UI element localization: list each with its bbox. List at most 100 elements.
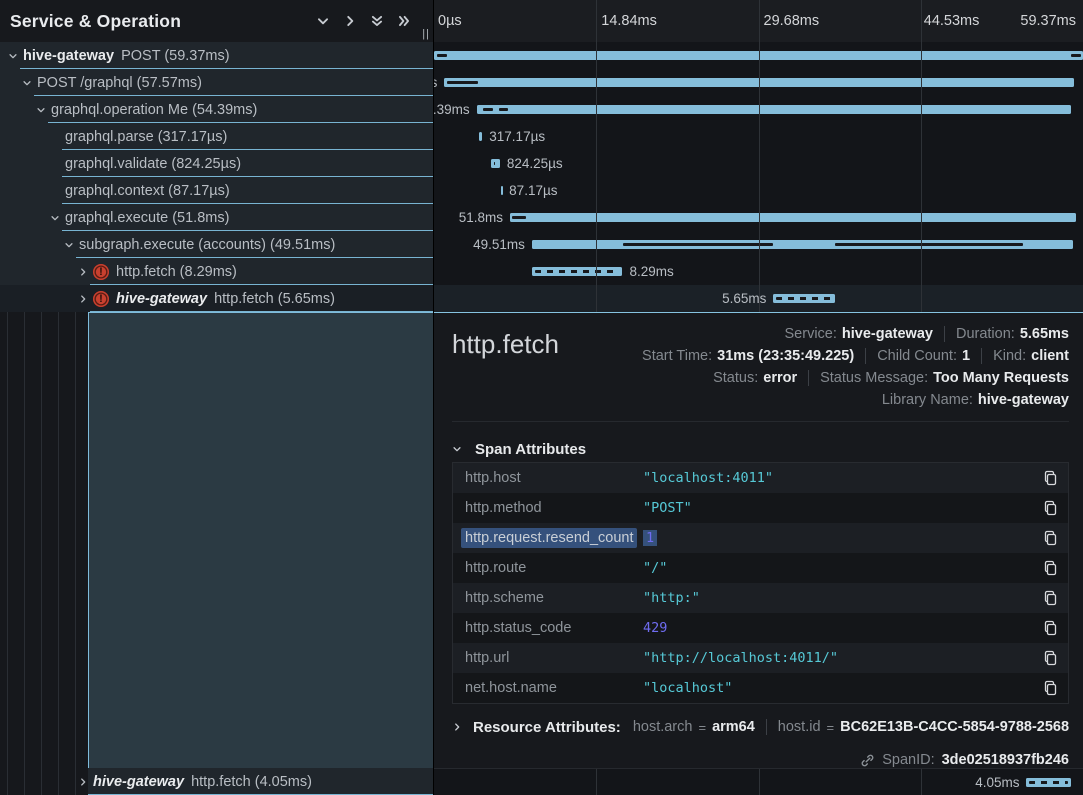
panel-resize-handle[interactable]: || xyxy=(422,28,430,40)
chevron-down-icon[interactable] xyxy=(8,51,23,61)
attribute-value: "localhost" xyxy=(643,680,1036,696)
span-duration-bar[interactable] xyxy=(532,267,623,276)
meta-value: 5.65ms xyxy=(1020,326,1069,342)
attribute-value: 429 xyxy=(643,620,1036,636)
span-duration-bar[interactable] xyxy=(1026,778,1070,787)
chevron-down-icon[interactable] xyxy=(36,105,51,115)
span-duration-bar[interactable] xyxy=(773,294,835,303)
span-tree-row[interactable]: !hive-gatewayhttp.fetch (5.65ms) xyxy=(0,285,433,312)
operation-label: graphql.execute (51.8ms) xyxy=(65,210,229,226)
link-icon[interactable] xyxy=(860,753,875,768)
copy-icon[interactable] xyxy=(1036,620,1058,636)
copy-icon[interactable] xyxy=(1036,560,1058,576)
equals-sign: = xyxy=(698,720,706,735)
child-span-mark xyxy=(494,162,495,165)
copy-icon[interactable] xyxy=(1036,530,1058,546)
span-tree-row[interactable]: graphql.operation Me (54.39ms) xyxy=(0,96,433,123)
child-span-mark xyxy=(483,108,493,111)
copy-icon[interactable] xyxy=(1036,470,1058,486)
chevron-down-icon[interactable] xyxy=(50,213,65,223)
divider xyxy=(981,348,982,364)
span-attributes-title: Span Attributes xyxy=(475,441,586,458)
tree-indent-guides xyxy=(7,312,77,768)
chevron-right-icon[interactable] xyxy=(343,14,357,28)
chevron-down-icon xyxy=(452,444,467,454)
copy-icon[interactable] xyxy=(1036,500,1058,516)
span-tree-row[interactable]: hive-gateway POST (59.37ms) xyxy=(0,42,433,69)
span-attributes-section-header[interactable]: Span Attributes xyxy=(452,436,1069,462)
chevron-right-icon[interactable] xyxy=(78,294,93,304)
span-duration-bar[interactable] xyxy=(532,240,1073,249)
span-tree-row[interactable]: subgraph.execute (accounts) (49.51ms) xyxy=(0,231,433,258)
attribute-key: http.host xyxy=(465,470,643,486)
copy-icon[interactable] xyxy=(1036,650,1058,666)
duration-label: 824.25µs xyxy=(507,150,563,177)
service-name: hive-gateway xyxy=(23,48,114,64)
span-tree-row[interactable]: graphql.execute (51.8ms) xyxy=(0,204,433,231)
attribute-key: http.scheme xyxy=(465,590,643,606)
resource-attribute-key: host.arch xyxy=(633,719,693,735)
meta-value: 1 xyxy=(962,348,970,364)
attribute-key: http.url xyxy=(465,650,643,666)
attribute-row: net.host.name"localhost" xyxy=(453,673,1068,703)
operation-label: subgraph.execute (accounts) (49.51ms) xyxy=(79,237,335,253)
span-tree-row[interactable]: !http.fetch (8.29ms) xyxy=(0,258,433,285)
chevron-right-icon[interactable] xyxy=(78,777,93,787)
timeline-row: 4.05ms xyxy=(434,769,1083,795)
meta-label: Status: xyxy=(713,370,758,386)
span-id-row: SpanID: 3de02518937fb246 xyxy=(452,748,1069,768)
chevron-down-icon[interactable] xyxy=(316,14,330,28)
span-tree-row[interactable]: POST /graphql (57.57ms) xyxy=(0,69,433,96)
meta-value: hive-gateway xyxy=(978,392,1069,408)
span-detail-panel: http.fetch Service:hive-gatewayDuration:… xyxy=(434,312,1083,768)
divider xyxy=(766,719,767,735)
divider xyxy=(865,348,866,364)
meta-label: Start Time: xyxy=(642,348,712,364)
operation-label: graphql.operation Me (54.39ms) xyxy=(51,102,257,118)
attribute-key: net.host.name xyxy=(465,680,643,696)
operation-label: graphql.context (87.17µs) xyxy=(65,183,230,199)
meta-label: Duration: xyxy=(956,326,1015,342)
resource-attribute-value: arm64 xyxy=(712,719,755,735)
chevron-down-icon[interactable] xyxy=(64,240,79,250)
copy-icon[interactable] xyxy=(1036,680,1058,696)
copy-icon[interactable] xyxy=(1036,590,1058,606)
span-tree-row[interactable]: graphql.validate (824.25µs) xyxy=(0,150,433,177)
child-span-mark xyxy=(1071,54,1080,57)
span-duration-bar[interactable] xyxy=(510,213,1076,222)
duration-label: 57.57ms xyxy=(434,69,437,96)
attribute-value: "/" xyxy=(643,560,1036,576)
resource-attributes-row[interactable]: Resource Attributes: host.arch=arm64host… xyxy=(452,714,1069,740)
meta-label: Status Message: xyxy=(820,370,928,386)
resource-attributes-title: Resource Attributes: xyxy=(473,719,621,736)
span-duration-bar[interactable] xyxy=(477,105,1072,114)
operation-label: POST (59.37ms) xyxy=(121,48,230,64)
span-meta-line: Status:errorStatus Message:Too Many Requ… xyxy=(713,367,1069,389)
timeline-bottom-row: 4.05ms xyxy=(434,768,1083,795)
chevron-down-icon[interactable] xyxy=(22,78,37,88)
span-tree-row[interactable]: graphql.context (87.17µs) xyxy=(0,177,433,204)
span-meta-line: Start Time:31ms (23:35:49.225)Child Coun… xyxy=(642,345,1069,367)
attribute-value: "POST" xyxy=(643,500,1036,516)
span-detail-header: http.fetch Service:hive-gatewayDuration:… xyxy=(452,323,1069,422)
gridline xyxy=(759,0,760,312)
service-name: hive-gateway xyxy=(93,774,184,790)
duration-label: 8.29ms xyxy=(629,258,673,285)
child-span-mark xyxy=(447,81,478,84)
error-icon: ! xyxy=(93,264,109,280)
error-icon: ! xyxy=(93,291,109,307)
double-chevron-down-icon[interactable] xyxy=(370,14,384,28)
resource-attribute-value: BC62E13B-C4CC-5854-9788-2568... xyxy=(840,719,1069,735)
span-tree-panel: Service & Operation || hive-gatewayPOST … xyxy=(0,0,434,795)
double-chevron-right-icon[interactable] xyxy=(397,14,411,28)
chevron-right-icon[interactable] xyxy=(78,267,93,277)
span-duration-bar[interactable] xyxy=(479,132,482,141)
selected-span-expansion-box xyxy=(88,312,433,768)
span-duration-bar[interactable] xyxy=(501,186,503,195)
span-duration-bar[interactable] xyxy=(491,159,500,168)
gridline xyxy=(596,0,597,312)
span-tree-row[interactable]: graphql.parse (317.17µs) xyxy=(0,123,433,150)
span-tree-bottom-row[interactable]: hive-gateway http.fetch (4.05ms) xyxy=(0,768,433,795)
operation-label: http.fetch (4.05ms) xyxy=(191,774,312,790)
meta-label: Kind: xyxy=(993,348,1026,364)
